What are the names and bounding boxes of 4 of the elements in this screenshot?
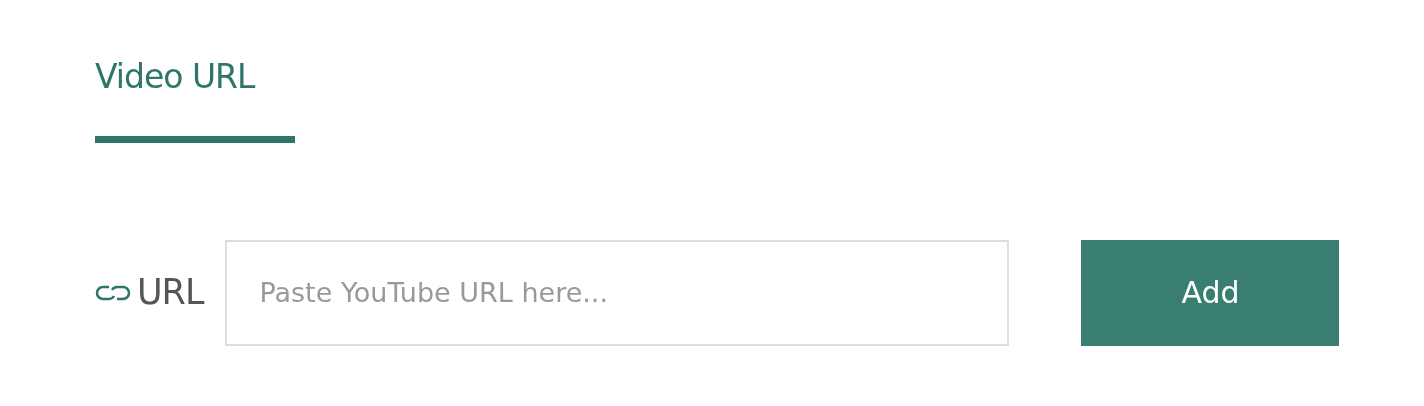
tab[interactable]: Video URL [95,52,295,143]
url-input-field[interactable]: Paste YouTube URL here... [225,239,1010,346]
add-button[interactable]: Add [1081,239,1340,346]
url-label: URL [137,271,204,315]
